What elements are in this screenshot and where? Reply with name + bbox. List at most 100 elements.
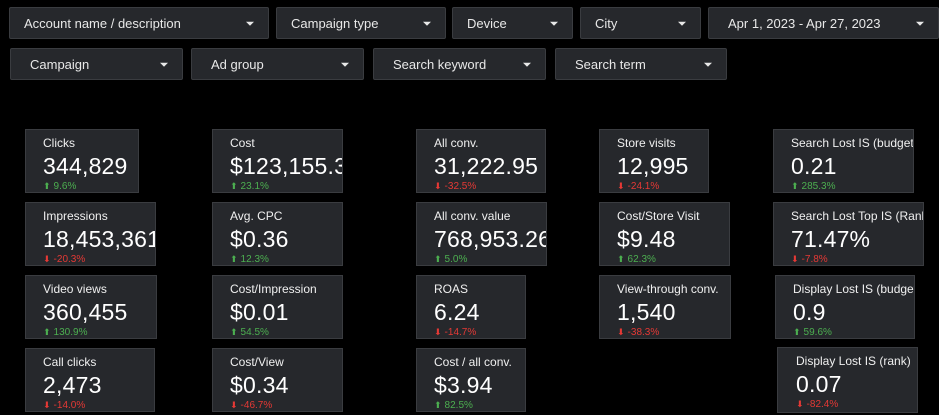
arrow-down-icon: ⬇ <box>796 399 804 409</box>
metric-value: 2,473 <box>43 372 102 398</box>
arrow-up-icon: ⬆ <box>230 327 238 337</box>
metric-delta-value: -7.8% <box>801 254 828 265</box>
metric-delta: ⬇ -14.7% <box>434 326 525 338</box>
metric-delta: ⬇ -38.3% <box>617 326 730 338</box>
account-filter-label: Account name / description <box>24 15 181 31</box>
metric-value: 0.9 <box>793 299 826 325</box>
city-filter-label: City <box>595 15 618 31</box>
metric-label: All conv. value <box>434 209 511 223</box>
metric-label: Search Lost Top IS (Rank) <box>791 209 924 223</box>
chevron-down-icon <box>246 21 254 26</box>
metric-card-display-lost-is-rank: Display Lost IS (rank) 0.07 ⬇ -82.4% <box>777 347 918 413</box>
chevron-down-icon <box>160 62 168 67</box>
metric-value: 18,453,361 <box>43 226 156 252</box>
metric-delta-value: -82.4% <box>806 399 839 410</box>
metric-card-clicks: Clicks 344,829 ⬆ 9.6% <box>25 129 139 193</box>
arrow-down-icon: ⬇ <box>43 254 51 264</box>
arrow-up-icon: ⬆ <box>434 400 442 410</box>
campaign-type-filter-label: Campaign type <box>291 15 379 31</box>
metric-label: Display Lost IS (rank) <box>796 354 911 368</box>
metric-value: 360,455 <box>43 299 128 325</box>
metric-card-cost-impression: Cost/Impression $0.01 ⬆ 54.5% <box>212 275 343 339</box>
arrow-up-icon: ⬆ <box>793 327 801 337</box>
metric-delta: ⬆ 23.1% <box>230 180 342 192</box>
metric-label: Clicks <box>43 136 75 150</box>
metric-card-view-through-conv: View-through conv. 1,540 ⬇ -38.3% <box>599 275 731 339</box>
metric-card-avg-cpc: Avg. CPC $0.36 ⬆ 12.3% <box>212 202 343 266</box>
metric-value: 0.07 <box>796 371 842 397</box>
metric-card-call-clicks: Call clicks 2,473 ⬇ -14.0% <box>25 348 155 412</box>
metric-delta-value: 5.0% <box>444 254 468 265</box>
arrow-up-icon: ⬆ <box>43 327 51 337</box>
search-keyword-filter-dropdown[interactable]: Search keyword <box>373 48 546 80</box>
metric-value: 344,829 <box>43 153 128 179</box>
arrow-up-icon: ⬆ <box>230 181 238 191</box>
metric-value: $0.34 <box>230 372 289 398</box>
metric-delta: ⬆ 54.5% <box>230 326 342 338</box>
metric-label: Cost / all conv. <box>434 355 512 369</box>
device-filter-dropdown[interactable]: Device <box>452 7 573 39</box>
metric-label: Call clicks <box>43 355 97 369</box>
metric-delta: ⬇ -24.1% <box>617 180 708 192</box>
arrow-up-icon: ⬆ <box>791 181 799 191</box>
metric-value: 6.24 <box>434 299 480 325</box>
metric-delta-value: -38.3% <box>627 327 660 338</box>
chevron-down-icon <box>550 21 558 26</box>
metric-card-roas: ROAS 6.24 ⬇ -14.7% <box>416 275 526 339</box>
arrow-up-icon: ⬆ <box>617 254 625 264</box>
arrow-down-icon: ⬇ <box>617 327 625 337</box>
chevron-down-icon <box>523 62 531 67</box>
arrow-down-icon: ⬇ <box>434 327 442 337</box>
arrow-up-icon: ⬆ <box>434 254 442 264</box>
search-term-filter-label: Search term <box>575 56 646 72</box>
metric-value: $9.48 <box>617 226 676 252</box>
metric-delta-value: 54.5% <box>240 327 269 338</box>
metric-value: 0.21 <box>791 153 837 179</box>
arrow-down-icon: ⬇ <box>43 400 51 410</box>
metric-card-all-conv: All conv. 31,222.95 ⬇ -32.5% <box>416 129 546 193</box>
campaign-filter-label: Campaign <box>30 56 90 72</box>
account-filter-dropdown[interactable]: Account name / description <box>9 7 269 39</box>
arrow-up-icon: ⬆ <box>43 181 51 191</box>
ad-group-filter-dropdown[interactable]: Ad group <box>191 48 364 80</box>
campaign-filter-dropdown[interactable]: Campaign <box>10 48 183 80</box>
metric-label: Store visits <box>617 136 676 150</box>
metric-value: 1,540 <box>617 299 676 325</box>
campaign-type-filter-dropdown[interactable]: Campaign type <box>276 7 446 39</box>
metric-delta: ⬆ 82.5% <box>434 399 525 411</box>
metric-delta-value: -20.3% <box>53 254 86 265</box>
metric-label: ROAS <box>434 282 469 296</box>
metric-delta-value: 12.3% <box>240 254 269 265</box>
metric-label: Avg. CPC <box>230 209 283 223</box>
metric-delta-value: -24.1% <box>627 181 660 192</box>
arrow-down-icon: ⬇ <box>434 181 442 191</box>
metric-label: Cost/Impression <box>230 282 317 296</box>
metric-value: $0.36 <box>230 226 289 252</box>
city-filter-dropdown[interactable]: City <box>580 7 701 39</box>
arrow-down-icon: ⬇ <box>791 254 799 264</box>
metric-delta: ⬆ 130.9% <box>43 326 156 338</box>
metric-delta: ⬇ -46.7% <box>230 399 342 411</box>
metric-delta-value: -14.0% <box>53 400 86 411</box>
chevron-down-icon <box>704 62 712 67</box>
chevron-down-icon <box>678 21 686 26</box>
chevron-down-icon <box>423 21 431 26</box>
metric-card-search-lost-is-budget: Search Lost IS (budget) 0.21 ⬆ 285.3% <box>773 129 914 193</box>
metric-card-search-lost-top-is-rank: Search Lost Top IS (Rank) 71.47% ⬇ -7.8% <box>773 202 924 266</box>
metric-delta-value: 285.3% <box>801 181 836 192</box>
metric-card-cost-store-visit: Cost/Store Visit $9.48 ⬆ 62.3% <box>599 202 730 266</box>
metric-delta: ⬇ -20.3% <box>43 253 155 265</box>
metric-card-cost-all-conv: Cost / all conv. $3.94 ⬆ 82.5% <box>416 348 526 412</box>
metric-delta-value: -46.7% <box>240 400 273 411</box>
metric-delta: ⬆ 62.3% <box>617 253 729 265</box>
metric-delta-value: 62.3% <box>627 254 656 265</box>
metric-delta: ⬆ 9.6% <box>43 180 138 192</box>
date-range-filter-dropdown[interactable]: Apr 1, 2023 - Apr 27, 2023 <box>708 7 939 39</box>
metric-card-store-visits: Store visits 12,995 ⬇ -24.1% <box>599 129 709 193</box>
metric-delta-value: 23.1% <box>240 181 269 192</box>
metric-label: Impressions <box>43 209 108 223</box>
metric-delta: ⬇ -32.5% <box>434 180 545 192</box>
metric-delta: ⬇ -7.8% <box>791 253 923 265</box>
metric-value: $3.94 <box>434 372 493 398</box>
search-term-filter-dropdown[interactable]: Search term <box>555 48 727 80</box>
